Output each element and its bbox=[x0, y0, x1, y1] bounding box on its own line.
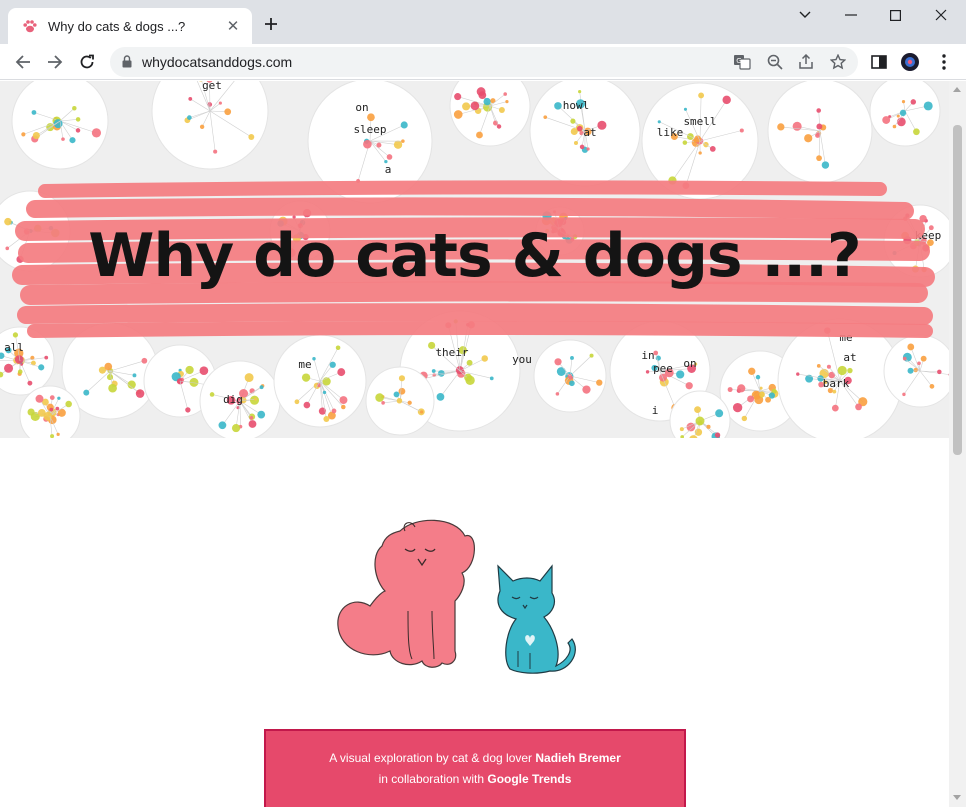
zoom-icon[interactable] bbox=[765, 52, 785, 72]
credit-banner: A visual exploration by cat & dog lover … bbox=[264, 729, 686, 807]
page-viewport: get on sleep a howl at smell keep all dig me their y… bbox=[0, 81, 949, 807]
address-bar[interactable]: whydocatsanddogs.com G bbox=[110, 47, 858, 77]
side-panel-icon[interactable] bbox=[869, 52, 889, 72]
cat-drawing bbox=[497, 564, 576, 674]
scroll-thumb[interactable] bbox=[953, 125, 962, 455]
tab-search-chevron-icon[interactable] bbox=[782, 0, 828, 30]
url-text: whydocatsanddogs.com bbox=[142, 54, 293, 70]
forward-arrow-icon[interactable] bbox=[41, 48, 69, 76]
hero-header: get on sleep a howl at smell keep all dig me their y… bbox=[0, 81, 949, 438]
back-arrow-icon[interactable] bbox=[9, 48, 37, 76]
credit-collab-prefix: in collaboration with bbox=[378, 772, 485, 786]
credit-line-author: A visual exploration by cat & dog lover … bbox=[266, 751, 684, 765]
credit-author-prefix: A visual exploration by cat & dog lover bbox=[329, 751, 533, 765]
new-tab-icon[interactable] bbox=[260, 13, 282, 35]
title-bar: Why do cats & dogs ...? ✕ bbox=[0, 0, 966, 44]
dog-drawing bbox=[337, 519, 475, 668]
brush-stroke bbox=[38, 180, 887, 198]
credit-line-collab: in collaboration with Google Trends bbox=[266, 772, 684, 786]
minimize-icon[interactable] bbox=[828, 0, 874, 30]
cat-dog-illustration bbox=[330, 511, 580, 681]
lock-icon bbox=[122, 53, 132, 72]
tab-close-icon[interactable]: ✕ bbox=[224, 17, 242, 35]
profile-avatar-icon[interactable] bbox=[900, 52, 920, 72]
page-scrollbar[interactable] bbox=[949, 81, 966, 807]
translate-icon[interactable]: G bbox=[732, 52, 752, 72]
scroll-down-arrow-icon[interactable] bbox=[953, 795, 961, 800]
scroll-up-arrow-icon[interactable] bbox=[953, 87, 961, 92]
svg-text:G: G bbox=[736, 57, 741, 65]
more-menu-icon[interactable] bbox=[934, 52, 954, 72]
page-title: Why do cats & dogs ...? bbox=[88, 221, 861, 291]
brush-stroke bbox=[20, 281, 928, 305]
share-icon[interactable] bbox=[796, 52, 816, 72]
bookmark-star-icon[interactable] bbox=[828, 52, 848, 72]
tab-title: Why do cats & dogs ...? bbox=[48, 18, 186, 34]
browser-toolbar: whydocatsanddogs.com G bbox=[0, 44, 966, 80]
reload-icon[interactable] bbox=[73, 48, 101, 76]
brush-stroke bbox=[26, 197, 914, 220]
browser-tab[interactable]: Why do cats & dogs ...? ✕ bbox=[8, 8, 252, 44]
close-window-icon[interactable] bbox=[918, 0, 964, 30]
maximize-icon[interactable] bbox=[872, 0, 918, 30]
paw-favicon-icon bbox=[22, 18, 38, 34]
brush-stroke bbox=[17, 303, 933, 325]
brush-stroke bbox=[27, 321, 933, 338]
collaborator-name[interactable]: Google Trends bbox=[487, 772, 571, 786]
author-name[interactable]: Nadieh Bremer bbox=[535, 751, 620, 765]
